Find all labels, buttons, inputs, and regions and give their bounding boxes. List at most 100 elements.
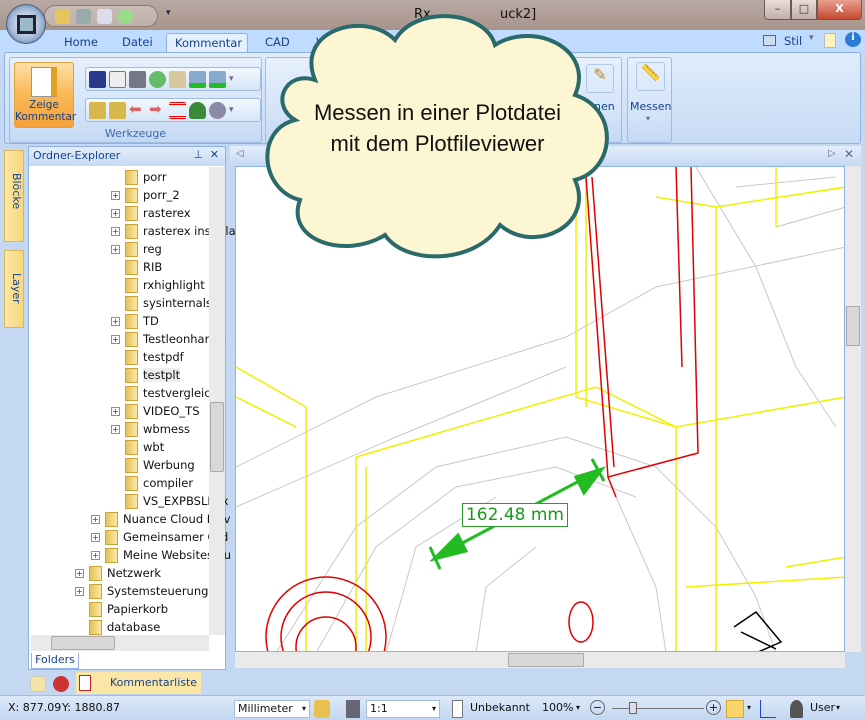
maximize-button[interactable]: □ — [791, 0, 817, 20]
tree-item[interactable]: Papierkorb — [75, 600, 168, 618]
ruler-icon[interactable]: 📏 — [636, 62, 665, 91]
upload-icon[interactable] — [189, 70, 206, 88]
side-tab-layer[interactable]: Layer — [4, 250, 24, 328]
expand-icon[interactable]: + — [111, 190, 120, 200]
expand-icon[interactable]: + — [111, 208, 120, 218]
expand-icon[interactable]: + — [111, 406, 120, 416]
zoom-dropdown-icon[interactable]: ▾ — [576, 700, 580, 718]
row2-dropdown-icon[interactable]: ▾ — [229, 105, 234, 115]
scroll-thumb[interactable] — [51, 636, 115, 650]
shapes-icon[interactable] — [53, 676, 69, 692]
zoom-slider-thumb[interactable] — [628, 702, 637, 714]
print-icon[interactable] — [76, 8, 91, 24]
scroll-thumb[interactable] — [210, 402, 224, 472]
tree-item[interactable]: database — [75, 618, 160, 636]
tree-item[interactable]: testplt — [111, 366, 181, 384]
zoom-out-button[interactable]: − — [590, 700, 605, 715]
calculator-icon[interactable] — [346, 700, 360, 718]
find-comment-icon[interactable] — [30, 676, 46, 692]
user-menu[interactable]: User — [810, 700, 835, 718]
minimize-button[interactable]: – — [764, 0, 791, 20]
expand-icon[interactable]: + — [111, 424, 120, 434]
scale-select[interactable]: 1:1 ▾ — [366, 700, 440, 718]
info-icon[interactable]: i — [845, 32, 861, 47]
close-button[interactable]: X — [817, 0, 862, 20]
tree-item[interactable]: sysinternals — [111, 294, 212, 312]
tab-scroll-right-icon[interactable]: ▷ — [828, 148, 836, 159]
printer-icon[interactable] — [129, 70, 146, 88]
tree-item[interactable]: + wbmess — [111, 420, 190, 438]
paste-icon[interactable] — [169, 70, 186, 88]
snap-icon[interactable] — [314, 700, 330, 718]
tree-item[interactable]: porr — [111, 168, 167, 186]
expand-icon[interactable]: + — [91, 532, 100, 542]
style-menu[interactable]: Stil — [784, 34, 802, 48]
angle-icon[interactable] — [760, 700, 776, 718]
arrow-right-icon[interactable]: ➡ — [149, 101, 166, 119]
tree-item[interactable]: + Gemeinsamer Ord — [91, 528, 228, 546]
open-icon[interactable] — [55, 8, 70, 24]
tree-item[interactable]: + reg — [111, 240, 162, 258]
close-pane-icon[interactable]: ✕ — [210, 148, 219, 161]
zoom-level[interactable]: 100% — [542, 700, 573, 718]
users-icon[interactable] — [209, 101, 226, 119]
tab-kommentar[interactable]: Kommentar — [166, 33, 248, 53]
folder-vertical-scrollbar[interactable] — [209, 167, 225, 635]
arrow-left-icon[interactable]: ⬅ — [129, 101, 146, 119]
side-tab-bloecke[interactable]: Blöcke — [4, 150, 24, 242]
layers-icon[interactable] — [169, 101, 186, 119]
canvas-horizontal-scrollbar[interactable] — [235, 652, 845, 668]
undo-icon[interactable] — [149, 70, 166, 88]
tree-item[interactable]: compiler — [111, 474, 193, 492]
expand-icon[interactable]: + — [111, 334, 120, 344]
tree-item[interactable]: testvergleich — [111, 384, 218, 402]
tab-datei[interactable]: Datei — [114, 33, 161, 53]
import-icon[interactable] — [89, 101, 106, 119]
show-comments-button[interactable]: Zeige Kommentar — [14, 62, 76, 128]
tree-item[interactable]: RIB — [111, 258, 162, 276]
preview-icon[interactable] — [97, 8, 112, 24]
unit-select[interactable]: Millimeter ▾ — [234, 700, 310, 718]
tab-home[interactable]: Home — [56, 33, 106, 53]
expand-icon[interactable]: + — [75, 568, 84, 578]
expand-icon[interactable]: + — [91, 550, 100, 560]
folder-horizontal-scrollbar[interactable] — [31, 635, 209, 651]
expand-icon[interactable]: + — [111, 244, 120, 254]
search-folder-icon[interactable] — [109, 101, 126, 119]
help-icon[interactable] — [824, 33, 836, 48]
tree-item[interactable]: rxhighlight — [111, 276, 205, 294]
tree-item[interactable]: + Netzwerk — [75, 564, 161, 582]
close-document-icon[interactable]: ✕ — [844, 147, 854, 161]
folders-tab[interactable]: Folders — [31, 653, 79, 669]
scroll-thumb[interactable] — [846, 306, 860, 346]
row1-dropdown-icon[interactable]: ▾ — [229, 74, 234, 84]
tree-item[interactable]: + Systemsteuerung — [75, 582, 208, 600]
qat-dropdown-icon[interactable]: ▾ — [166, 8, 171, 18]
measure-dropdown-icon[interactable]: ▾ — [646, 114, 650, 123]
tab-scroll-left-icon[interactable]: ◁ — [236, 148, 244, 159]
tree-item[interactable]: Werbung — [111, 456, 195, 474]
user-icon[interactable] — [189, 101, 206, 119]
expand-icon[interactable]: + — [91, 514, 100, 524]
tree-item[interactable]: wbt — [111, 438, 164, 456]
expand-icon[interactable]: + — [111, 316, 120, 326]
user-dropdown-icon[interactable]: ▾ — [836, 700, 840, 718]
ortho-snap-icon[interactable] — [726, 700, 744, 718]
tree-item[interactable]: + rasterex — [111, 204, 191, 222]
save-icon[interactable] — [89, 70, 106, 88]
expand-icon[interactable]: + — [75, 586, 84, 596]
zoom-in-button[interactable]: + — [706, 700, 721, 715]
green-circle-icon[interactable] — [118, 8, 133, 24]
scroll-thumb[interactable] — [508, 653, 584, 667]
measure-button[interactable]: Messen — [630, 100, 671, 113]
tree-item[interactable]: + TD — [111, 312, 159, 330]
pin-icon[interactable]: ⊥ — [193, 148, 203, 161]
application-button[interactable] — [6, 4, 46, 44]
tree-item[interactable]: testpdf — [111, 348, 184, 366]
expand-icon[interactable]: + — [111, 226, 120, 236]
tree-item[interactable]: + porr_2 — [111, 186, 180, 204]
refresh-doc-icon[interactable] — [109, 70, 126, 88]
canvas-vertical-scrollbar[interactable] — [845, 166, 861, 652]
download-icon[interactable] — [209, 70, 226, 88]
comment-list-tab[interactable]: Kommentarliste — [76, 672, 201, 694]
